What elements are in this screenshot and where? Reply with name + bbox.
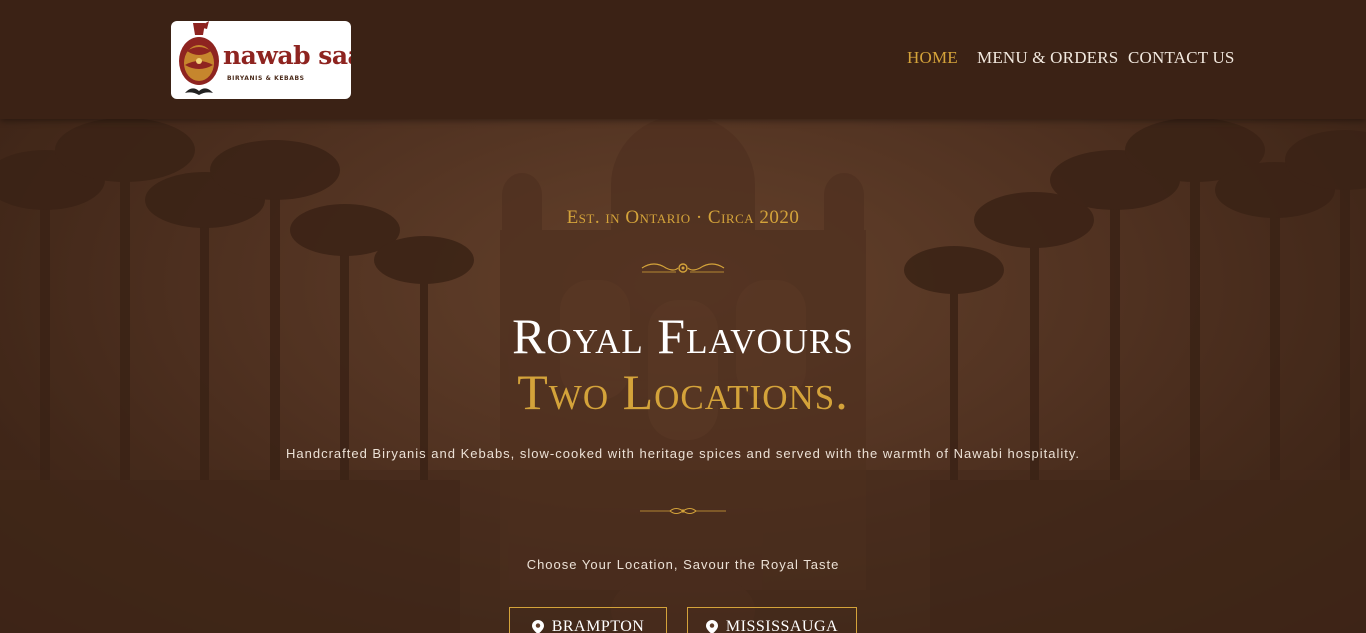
hero-description: Handcrafted Biryanis and Kebabs, slow-co…	[286, 446, 1080, 461]
nav-home[interactable]: HOME	[907, 48, 958, 72]
location-button-mississauga[interactable]: MISSISSAUGA	[687, 607, 857, 633]
map-pin-icon	[531, 620, 544, 633]
hero-title-line-2: Two Locations.	[517, 364, 849, 420]
hero-title-line-1: Royal Flavours	[512, 308, 854, 364]
map-pin-icon	[705, 620, 718, 633]
nawab-turban-logo-icon	[179, 21, 219, 95]
logo-tagline: BIRYANIS & KEBABS	[227, 75, 305, 82]
nav-contact-us[interactable]: CONTACT US	[1128, 48, 1235, 72]
location-button-brampton[interactable]: BRAMPTON	[509, 607, 667, 633]
location-label-mississauga: MISSISSAUGA	[725, 618, 839, 633]
nav-menu-orders[interactable]: MENU & ORDERS	[977, 48, 1118, 72]
location-label-brampton: BRAMPTON	[551, 618, 645, 633]
established-tagline: Est. in Ontario · Circa 2020	[566, 207, 800, 228]
ornament-divider-icon	[641, 263, 725, 273]
page: nawab saab BIRYANIS & KEBABS HOME MENU &…	[0, 0, 1366, 633]
logo-wordmark: nawab saab	[223, 41, 351, 70]
choose-location-prompt: Choose Your Location, Savour the Royal T…	[526, 557, 840, 572]
logo[interactable]: nawab saab BIRYANIS & KEBABS	[171, 21, 351, 99]
ornament-divider-small-icon	[640, 508, 726, 514]
site-header: nawab saab BIRYANIS & KEBABS HOME MENU &…	[0, 0, 1366, 119]
